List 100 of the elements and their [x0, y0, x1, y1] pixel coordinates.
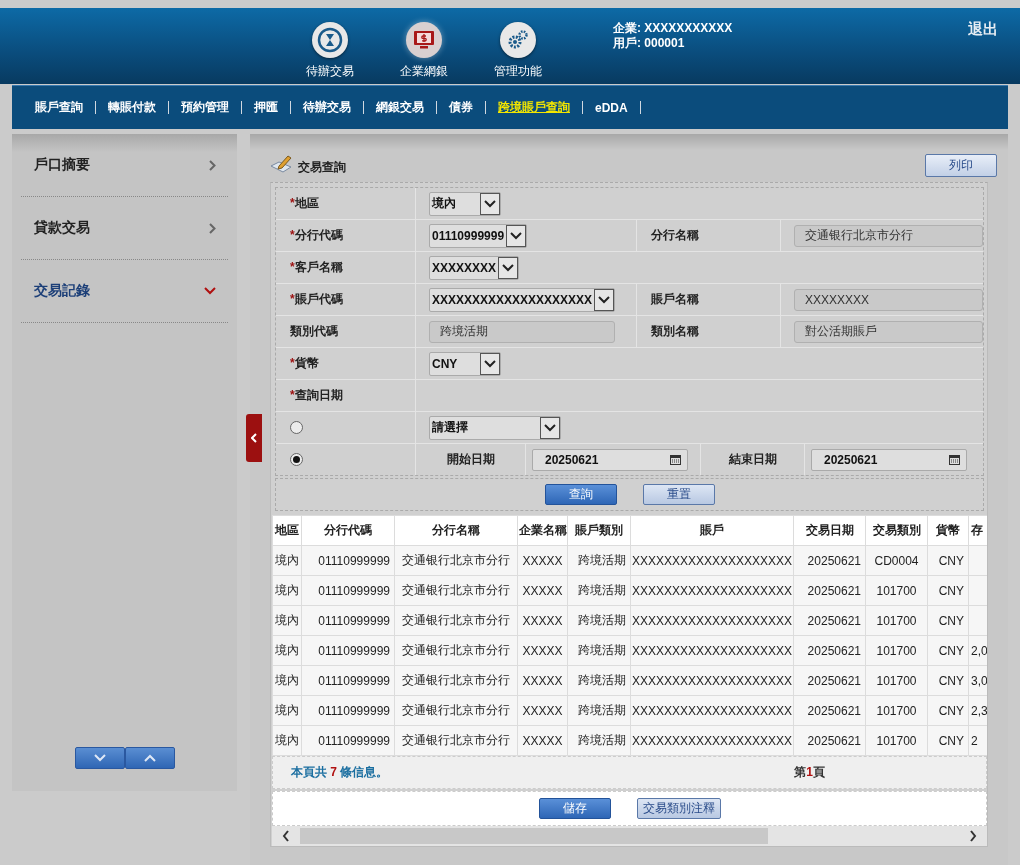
select-field[interactable]: XXXXXXXX — [429, 255, 520, 280]
module-tab[interactable]: 管理功能 — [471, 22, 565, 80]
table-cell: 境內 — [275, 583, 299, 597]
action-button[interactable]: 儲存 — [538, 798, 611, 819]
select-field[interactable]: 請選擇 — [429, 415, 561, 440]
column-header: 企業名稱 — [517, 515, 568, 546]
table-cell: CNY — [938, 703, 964, 718]
dropdown-icon — [544, 423, 556, 432]
date-field[interactable]: 20250621 — [811, 448, 967, 471]
sidebar-item[interactable]: 交易記錄 — [21, 260, 228, 323]
table-cell: CD0004 — [874, 553, 919, 568]
collapse-button[interactable] — [246, 414, 262, 462]
table-cell: 交通银行北京市分行 — [402, 703, 510, 717]
nav-link[interactable]: 轉賬付款 — [96, 99, 168, 116]
table-cell: 境內 — [275, 733, 299, 747]
table-cell: 境內 — [275, 553, 299, 567]
table-cell: XXXXX — [522, 583, 563, 598]
horizontal-scrollbar[interactable] — [272, 826, 987, 846]
field-label: *賬戶代碼 — [290, 291, 343, 308]
field-label: *查詢日期 — [290, 387, 343, 404]
chevron-right-icon — [969, 830, 977, 842]
nav-link[interactable]: 押匯 — [242, 99, 290, 116]
table-cell: 01110999999 — [318, 553, 390, 568]
nav-link[interactable]: 賬戶查詢 — [35, 99, 95, 116]
chevron-down-icon — [204, 287, 216, 295]
readonly-field: 交通银行北京市分行 — [794, 224, 983, 247]
select-field[interactable]: XXXXXXXXXXXXXXXXXXXX — [429, 287, 616, 312]
table-cell: 20250621 — [807, 583, 861, 598]
table-cell: CNY — [938, 553, 964, 568]
select-field[interactable]: CNY — [429, 351, 501, 376]
dropdown-icon — [510, 231, 523, 240]
scroll-up-button[interactable] — [125, 747, 175, 769]
page-title: 交易查詢 — [298, 159, 346, 176]
chevron-down-icon — [94, 754, 106, 762]
chevron-right-icon — [209, 159, 216, 171]
user-id: 用戶: 000001 — [613, 36, 686, 51]
field-label: 開始日期 — [446, 451, 495, 468]
print-button[interactable]: 列印 — [925, 154, 997, 177]
table-cell: 2 — [971, 733, 978, 748]
table-cell: 交通银行北京市分行 — [402, 733, 510, 747]
nav-link[interactable]: 跨境賬戶查詢 — [486, 99, 582, 116]
nav-link[interactable]: 待辦交易 — [291, 99, 363, 116]
table-cell: 101700 — [876, 703, 917, 718]
select-field[interactable]: 境內 — [429, 191, 501, 216]
nav-link[interactable]: 網銀交易 — [364, 99, 436, 116]
table-cell: 3,0 — [971, 673, 987, 688]
hourglass-icon — [317, 27, 343, 53]
table-cell: XXXXX — [522, 703, 563, 718]
readonly-field: XXXXXXXX — [794, 288, 983, 311]
table-cell: 境內 — [275, 613, 299, 627]
field-label: *客戶名稱 — [290, 259, 343, 276]
table-cell: 20250621 — [807, 553, 861, 568]
nav-link[interactable]: 債券 — [437, 99, 485, 116]
table-cell: 20250621 — [807, 733, 861, 748]
module-tab[interactable]: 企業網銀 — [377, 22, 471, 80]
module-tab[interactable]: 待辦交易 — [283, 22, 377, 80]
dropdown-icon — [484, 359, 496, 368]
table-cell: CNY — [938, 583, 964, 598]
table-cell: 交通银行北京市分行 — [402, 643, 510, 657]
sidebar-item[interactable]: 戶口摘要 — [21, 134, 228, 197]
table-cell: 境內 — [275, 643, 299, 657]
sidebar-item[interactable]: 貸款交易 — [21, 197, 228, 260]
nav-link[interactable]: 預約管理 — [169, 99, 241, 116]
column-header: 賬戶類別 — [567, 515, 631, 546]
table-cell: XXXXX — [522, 733, 563, 748]
column-header: 貨幣 — [927, 515, 969, 546]
table-cell: 01110999999 — [318, 733, 390, 748]
table-cell: 交通银行北京市分行 — [402, 613, 510, 627]
scroll-down-button[interactable] — [75, 747, 125, 769]
table-cell: 101700 — [876, 643, 917, 658]
table-cell: XXXXXXXXXXXXXXXXXXXX — [631, 643, 793, 658]
table-cell: 交通银行北京市分行 — [402, 583, 510, 597]
radio-button[interactable] — [290, 421, 303, 434]
calendar-icon — [949, 454, 960, 465]
column-header: 分行代碼 — [301, 515, 395, 546]
table-cell: 101700 — [876, 733, 917, 748]
table-cell: 101700 — [876, 613, 917, 628]
table-cell: XXXXXXXXXXXXXXXXXXXX — [631, 673, 793, 688]
nav-link[interactable]: eDDA — [583, 100, 640, 115]
field-label: *貨幣 — [290, 355, 319, 372]
chevron-right-icon — [209, 222, 216, 234]
column-header: 交易類別 — [865, 515, 928, 546]
table-cell: XXXXXXXXXXXXXXXXXXXX — [631, 733, 793, 748]
table-cell: 境內 — [275, 673, 299, 687]
table-cell: 20250621 — [807, 703, 861, 718]
table-cell: XXXXX — [522, 643, 563, 658]
radio-button[interactable] — [290, 453, 303, 466]
action-button[interactable]: 交易類別注釋 — [636, 798, 721, 819]
select-field[interactable]: 01110999999 — [429, 223, 528, 248]
column-header: 交易日期 — [793, 515, 866, 546]
date-field[interactable]: 20250621 — [532, 448, 688, 471]
action-button[interactable]: 重置 — [642, 484, 715, 505]
column-header: 賬戶 — [630, 515, 794, 546]
action-button[interactable]: 查詢 — [544, 484, 617, 505]
logout-button[interactable]: 退出 — [968, 20, 998, 39]
field-label: 類別名稱 — [651, 323, 699, 340]
company-name: 企業: XXXXXXXXXXX — [613, 21, 733, 36]
table-cell: 跨境活期 — [578, 703, 626, 717]
table-cell: 01110999999 — [318, 583, 390, 598]
column-header: 地區 — [272, 515, 302, 546]
